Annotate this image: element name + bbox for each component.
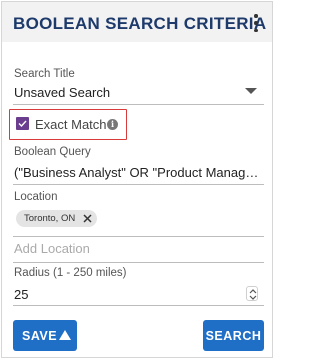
search-title-select[interactable]: Unsaved Search <box>14 85 110 100</box>
save-button-label: SAVE <box>22 329 58 343</box>
add-location-input[interactable]: Add Location <box>14 241 90 256</box>
exact-match-checkbox[interactable] <box>16 117 29 130</box>
radius-underline <box>13 305 264 306</box>
exact-match-label: Exact Match <box>35 117 107 132</box>
boolean-search-panel: BOOLEAN SEARCH CRITERIA Search Title Uns… <box>1 1 273 358</box>
boolean-query-underline <box>13 184 264 185</box>
chevron-down-icon[interactable] <box>245 88 257 94</box>
location-chip-label: Toronto, ON <box>24 213 76 224</box>
location-underline <box>13 236 264 237</box>
info-icon[interactable]: i <box>107 119 118 130</box>
search-button-label: SEARCH <box>205 329 262 343</box>
radius-stepper[interactable] <box>246 286 258 301</box>
checkmark-icon <box>18 120 27 128</box>
save-button[interactable]: SAVE <box>13 320 77 351</box>
panel-header: BOOLEAN SEARCH CRITERIA <box>2 2 272 42</box>
close-icon[interactable] <box>82 213 93 224</box>
boolean-query-label: Boolean Query <box>14 146 91 158</box>
search-button[interactable]: SEARCH <box>203 320 264 351</box>
add-location-underline <box>13 262 264 263</box>
boolean-query-input[interactable]: ("Business Analyst" OR "Product Manager)… <box>14 165 264 180</box>
stepper-arrows-icon <box>249 289 257 300</box>
search-title-label: Search Title <box>14 68 75 80</box>
radius-input[interactable]: 25 <box>14 287 28 302</box>
panel-title: BOOLEAN SEARCH CRITERIA <box>13 14 267 33</box>
location-chip: Toronto, ON <box>16 210 97 227</box>
caret-up-icon <box>59 330 71 340</box>
search-title-underline <box>13 104 264 105</box>
location-label: Location <box>14 191 58 203</box>
more-options-icon[interactable] <box>252 14 260 32</box>
radius-label: Radius (1 - 250 miles) <box>14 267 127 279</box>
